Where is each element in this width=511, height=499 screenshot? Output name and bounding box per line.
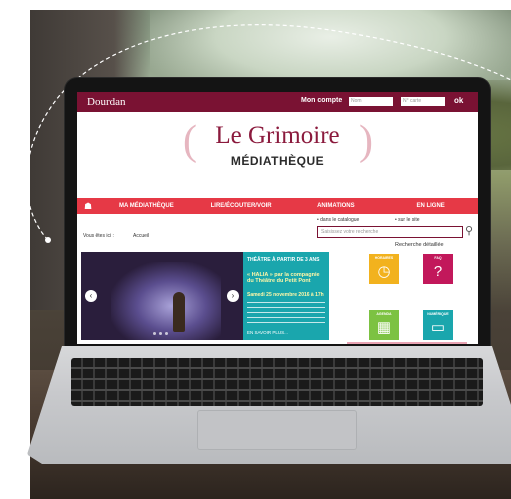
nav-en-ligne[interactable]: EN LIGNE	[383, 203, 478, 209]
breadcrumb-label: Vous êtes ici :	[83, 233, 114, 239]
question-icon: ?	[433, 263, 443, 280]
laptop-screen: Dourdan Mon compte Nom N° carte ok ( ) L…	[77, 92, 478, 344]
nav-lire-ecouter-voir[interactable]: LIRE/ÉCOUTER/VOIR	[194, 203, 289, 209]
news-date: Samedi 25 novembre 2016 à 17h	[247, 292, 324, 298]
nav-ma-mediatheque[interactable]: MA MÉDIATHÈQUE	[99, 203, 194, 209]
search-input[interactable]: Saisissez votre recherche	[317, 226, 463, 238]
advanced-search-link[interactable]: Recherche détaillée	[395, 242, 444, 248]
breadcrumb-current[interactable]: Accueil	[133, 233, 149, 239]
brand-subtitle: MÉDIATHÈQUE	[230, 154, 325, 168]
tile-horaires[interactable]: HORAIRES ◷	[369, 254, 399, 284]
search-option-catalog[interactable]: • dans le catalogue	[317, 217, 359, 223]
nav-animations[interactable]: ANIMATIONS	[289, 203, 384, 209]
login-ok-button[interactable]: ok	[454, 96, 463, 105]
laptop-base	[27, 346, 511, 464]
calendar-icon: ▦	[376, 319, 392, 336]
tile-label: FAQ	[434, 256, 442, 260]
account-label: Mon compte	[301, 97, 343, 104]
news-panel: THÉÂTRE À PARTIR DE 3 ANS « HALIA » par …	[243, 252, 329, 340]
trackpad	[197, 410, 357, 450]
login-input[interactable]: Nom	[349, 97, 393, 106]
tile-label: AGENDA	[376, 312, 392, 316]
news-title[interactable]: « HALIA » par la compagnie du Théâtre du…	[247, 272, 327, 284]
tile-faq[interactable]: FAQ ?	[423, 254, 453, 284]
carousel-prev-icon[interactable]: ‹	[85, 290, 97, 302]
search-option-site[interactable]: • sur le site	[395, 217, 420, 223]
home-icon[interactable]: ☗	[77, 201, 99, 212]
card-input[interactable]: N° carte	[401, 97, 445, 106]
site-nav: ☗ MA MÉDIATHÈQUE LIRE/ÉCOUTER/VOIR ANIMA…	[77, 198, 478, 214]
clock-icon: ◷	[377, 263, 391, 280]
keyboard	[71, 358, 483, 406]
site-logo[interactable]: Dourdan	[87, 96, 126, 108]
carousel-dots[interactable]	[153, 332, 173, 335]
laptop-lid: Dourdan Mon compte Nom N° carte ok ( ) L…	[65, 78, 490, 350]
news-more-link[interactable]: EN SAVOIR PLUS...	[247, 330, 288, 335]
tile-label: HORAIRES	[374, 256, 394, 260]
tablet-icon: ▭	[430, 319, 446, 336]
search-bar: • dans le catalogue • sur le site Vous ê…	[77, 214, 478, 252]
carousel-next-icon[interactable]: ›	[227, 290, 239, 302]
tile-numerique[interactable]: NUMÉRIQUE ▭	[423, 310, 453, 340]
site-top-bar: Dourdan Mon compte Nom N° carte ok	[77, 92, 478, 112]
news-header: THÉÂTRE À PARTIR DE 3 ANS	[247, 257, 320, 263]
footer-divider	[347, 342, 467, 344]
brand-title: Le Grimoire	[215, 122, 340, 149]
news-body-text	[247, 302, 325, 324]
search-icon[interactable]: ⚲	[465, 224, 473, 237]
stage-light	[111, 262, 221, 340]
site-brand: ( ) Le Grimoire MÉDIATHÈQUE	[77, 112, 478, 198]
tile-label: NUMÉRIQUE	[427, 312, 449, 316]
performer-silhouette	[173, 292, 185, 332]
tile-agenda[interactable]: AGENDA ▦	[369, 310, 399, 340]
image-carousel[interactable]: ‹ ›	[81, 252, 243, 340]
